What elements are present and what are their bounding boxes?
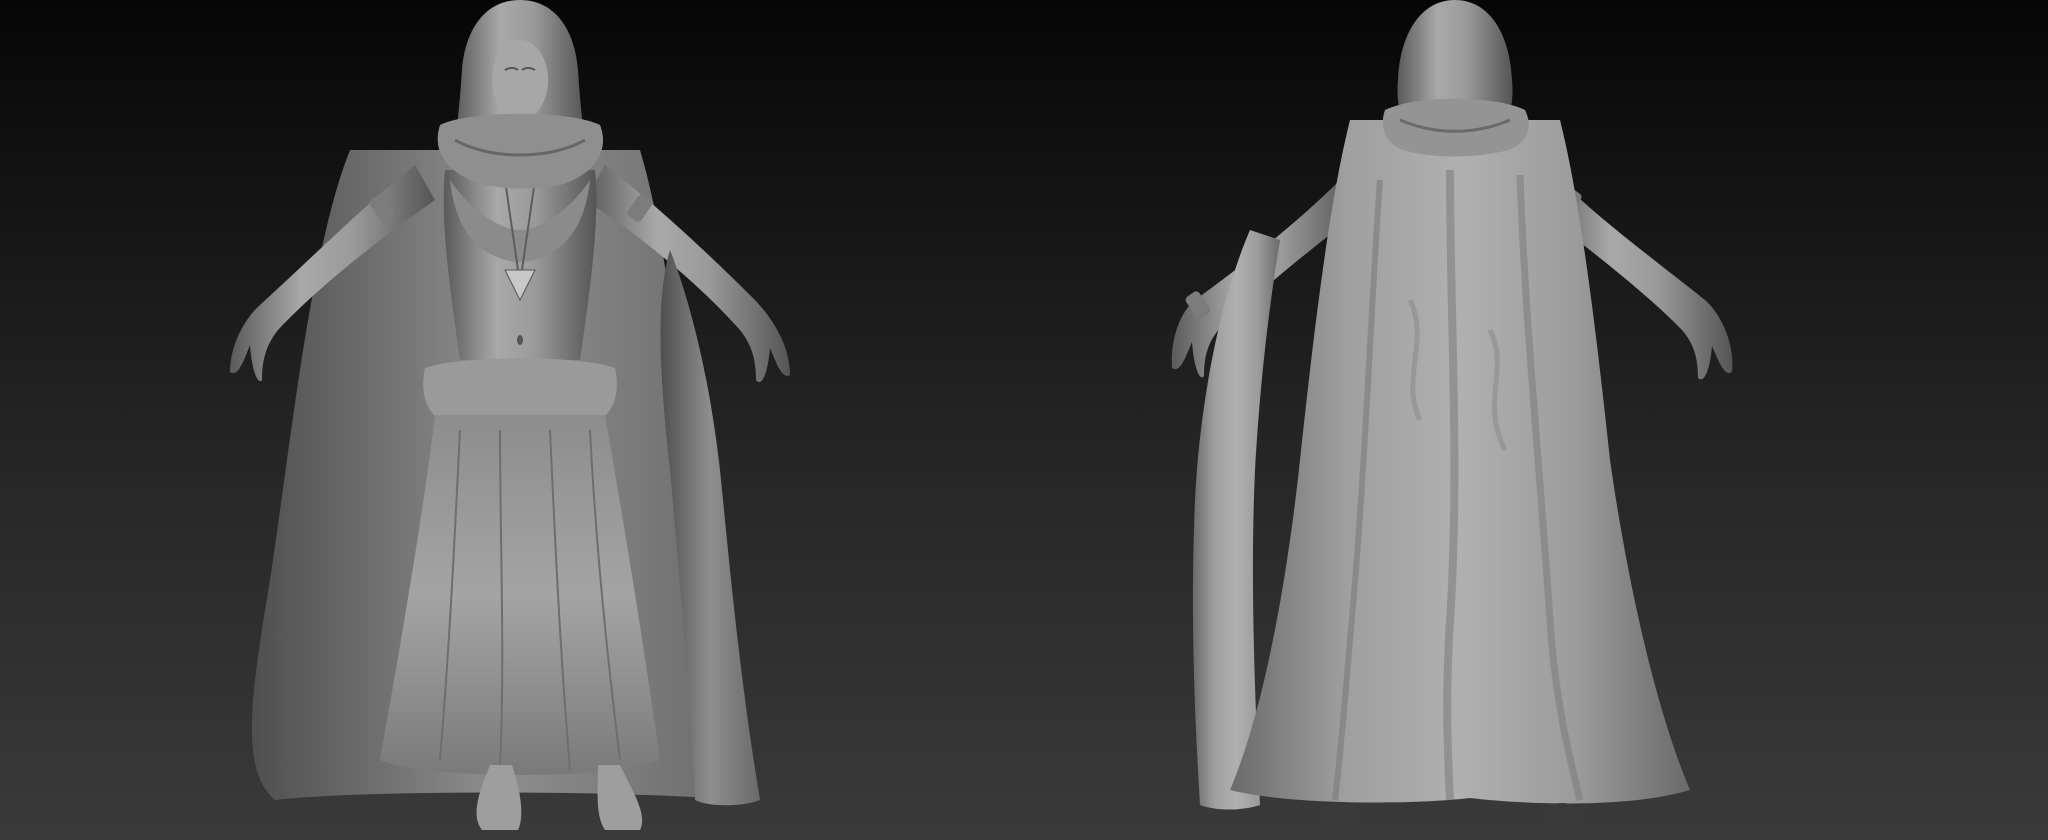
left-shoe — [1318, 803, 1362, 827]
sculpt-model-front-view[interactable] — [200, 0, 820, 840]
front-figure-render — [230, 0, 790, 830]
right-shoe — [1540, 803, 1584, 827]
back-figure-render — [1171, 0, 1733, 827]
cowl-scarf — [1382, 98, 1529, 157]
torso — [443, 170, 597, 360]
sculpt-model-back-view[interactable] — [1150, 0, 1770, 840]
face — [492, 40, 548, 120]
sculpt-viewport[interactable] — [0, 0, 2048, 840]
